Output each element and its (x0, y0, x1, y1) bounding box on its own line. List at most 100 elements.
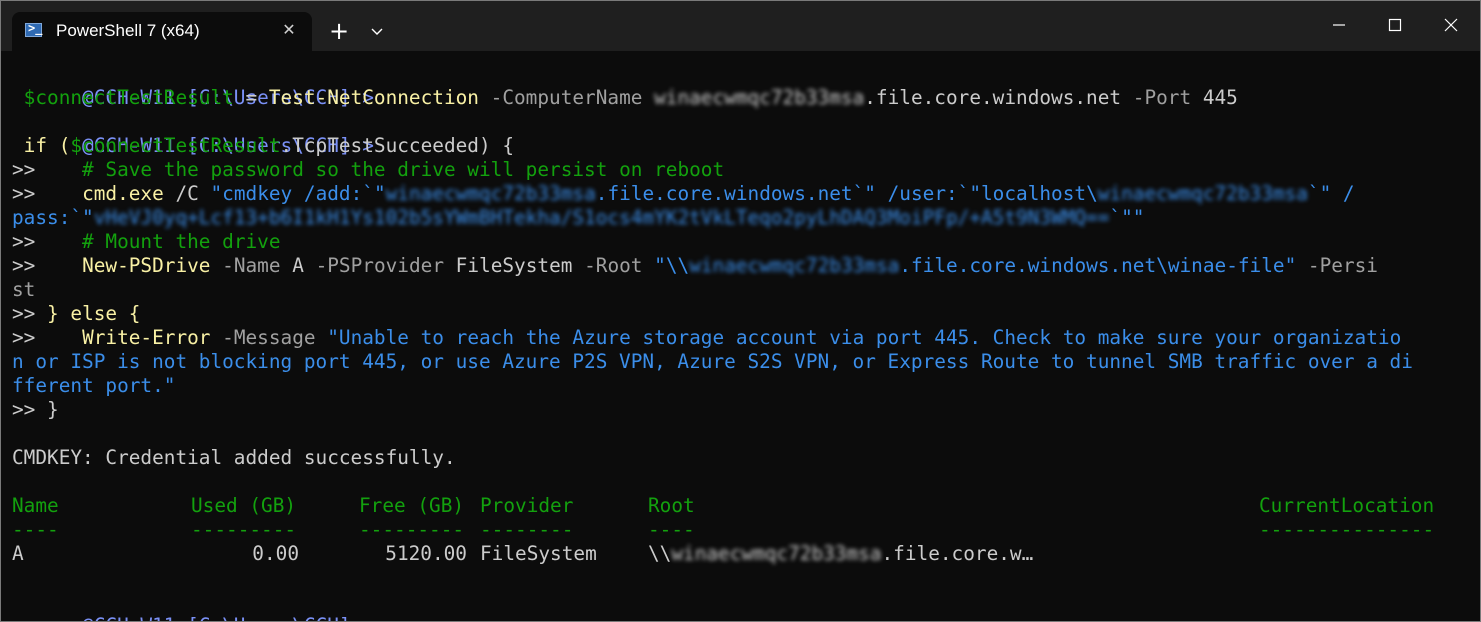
string: fferent port." (12, 374, 176, 397)
command-line: $connectTestResult = Test-NetConnection … (12, 86, 1238, 110)
table-header: CurrentLocation (1259, 494, 1435, 517)
redacted-account: winaecwmqc72b33msa (671, 542, 882, 565)
table-divider: -------- (480, 518, 574, 541)
prompt-line: @CCH-W11 [C:\Users\CCH] > (12, 590, 374, 621)
table-header: Free (GB) (359, 494, 465, 517)
switch: /C (163, 182, 211, 205)
parameter: -ComputerName (478, 86, 655, 109)
continuation-prompt: >> (12, 158, 36, 181)
continuation-prompt: >> (12, 398, 36, 421)
wrapped-line: st (12, 278, 35, 302)
table-cell-provider: FileSystem (480, 542, 597, 565)
close-icon[interactable]: ✕ (277, 18, 301, 42)
comment: # Mount the drive (35, 230, 281, 253)
executable: cmd.exe (82, 182, 164, 205)
keyword: } else { (47, 302, 141, 325)
cmdlet: New-PSDrive (82, 254, 211, 277)
close-icon[interactable] (1423, 1, 1479, 49)
maximize-icon[interactable] (1367, 1, 1423, 49)
argument: A (292, 254, 304, 277)
property: .TcpTestSucceeded) { (280, 134, 514, 157)
continuation-line: >> Write-Error -Message "Unable to reach… (12, 326, 1401, 350)
wrapped-line: fferent port." (12, 374, 175, 398)
prompt-line: @CCH-W11 [C:\Users\CCH] > (12, 110, 374, 157)
prompt-line: @CCH-W11 [C:\Users\CCH] > (12, 62, 374, 109)
table-divider: --------- (191, 518, 297, 541)
title-bar[interactable]: >_ PowerShell 7 (x64) ✕ + (1, 1, 1480, 51)
continuation-prompt: >> (12, 302, 36, 325)
redacted-account: winaecwmqc72b33msa (689, 254, 900, 277)
parameter: -Port (1121, 86, 1203, 109)
table-cell-used: 0.00 (252, 542, 299, 565)
powershell-icon: >_ (25, 21, 42, 37)
brace: } (47, 398, 59, 421)
continuation-line: >> } else { (12, 302, 140, 326)
parameter: -Message (210, 326, 328, 349)
root-prefix: \\ (648, 542, 672, 565)
table-header: Root (648, 494, 695, 517)
string: pass:`" (12, 206, 94, 229)
string: `"" (1109, 206, 1145, 229)
wrapped-line: pass:`"vHeVJ0yq+Lcf13+b6I1kH1Ys102b5sYWm… (12, 206, 1144, 230)
chevron-down-icon[interactable] (363, 18, 391, 46)
continuation-prompt: >> (12, 326, 36, 349)
table-header: Name (12, 494, 59, 517)
parameter: st (12, 278, 36, 301)
string: .file.core.windows.net`" /user:`"localho… (595, 182, 1098, 205)
parameter: -PSProvider (303, 254, 456, 277)
string: .file.core.windows.net\winae-file" (899, 254, 1297, 277)
variable: $connectTestResult (70, 134, 281, 157)
table-header: Used (GB) (191, 494, 297, 517)
output-text: CMDKEY: Credential added successfully. (12, 446, 456, 469)
continuation-line: >> } (12, 398, 59, 422)
continuation-prompt: >> (12, 230, 36, 253)
operator: = (233, 86, 269, 109)
table-divider: ---- (648, 518, 695, 541)
redacted-account: winaecwmqc72b33msa (1097, 182, 1308, 205)
cmdlet: Test-NetConnection (268, 86, 479, 109)
tab-title: PowerShell 7 (x64) (56, 21, 200, 40)
string: n or ISP is not blocking port 445, or us… (12, 350, 1413, 373)
terminal-window: >_ PowerShell 7 (x64) ✕ + @CCH-W11 [C:\U… (0, 0, 1481, 622)
cmdlet: Write-Error (82, 326, 211, 349)
prompt: @CCH-W11 [C:\Users\CCH] > (82, 614, 374, 621)
redacted-account: winaecwmqc72b33msa (654, 86, 865, 109)
command-line: if ($connectTestResult.TcpTestSucceeded)… (12, 134, 514, 158)
string: "\\ (654, 254, 690, 277)
table-divider: --------------- (1259, 518, 1435, 541)
keyword: if ( (12, 134, 71, 157)
string: `" / (1307, 182, 1355, 205)
table-header: Provider (480, 494, 574, 517)
table-cell-root: \\winaecwmqc72b33msa.file.core.w… (648, 542, 1033, 566)
wrapped-line: n or ISP is not blocking port 445, or us… (12, 350, 1413, 374)
cmdkey-output: CMDKEY: Credential added successfully. (12, 446, 456, 470)
table-divider: --------- (359, 518, 465, 541)
continuation-line: >> New-PSDrive -Name A -PSProvider FileS… (12, 254, 1378, 278)
root-suffix: .file.core.w… (881, 542, 1034, 565)
plus-icon[interactable]: + (324, 16, 354, 46)
port-value: 445 (1202, 86, 1238, 109)
comment: # Save the password so the drive will pe… (35, 158, 725, 181)
tab-powershell[interactable]: >_ PowerShell 7 (x64) ✕ (12, 12, 312, 51)
terminal-output[interactable]: @CCH-W11 [C:\Users\CCH] > $connectTestRe… (1, 51, 1480, 621)
table-cell-name: A (12, 542, 24, 565)
continuation-line: >> # Mount the drive (12, 230, 281, 254)
variable: $connectTestResult (12, 86, 234, 109)
string: "cmdkey /add:`" (210, 182, 386, 205)
continuation-line: >> # Save the password so the drive will… (12, 158, 724, 182)
redacted-account: winaecwmqc72b33msa (385, 182, 596, 205)
parameter: -Root (572, 254, 655, 277)
continuation-prompt: >> (12, 182, 36, 205)
string: "Unable to reach the Azure storage accou… (327, 326, 1402, 349)
minimize-icon[interactable] (1311, 1, 1367, 49)
table-divider: ---- (12, 518, 59, 541)
continuation-prompt: >> (12, 254, 36, 277)
continuation-line: >> cmd.exe /C "cmdkey /add:`"winaecwmqc7… (12, 182, 1355, 206)
argument: FileSystem (455, 254, 573, 277)
redacted-key: vHeVJ0yq+Lcf13+b6I1kH1Ys102b5sYWmBHTekha… (93, 206, 1110, 229)
table-cell-free: 5120.00 (385, 542, 467, 565)
parameter: -Name (210, 254, 293, 277)
